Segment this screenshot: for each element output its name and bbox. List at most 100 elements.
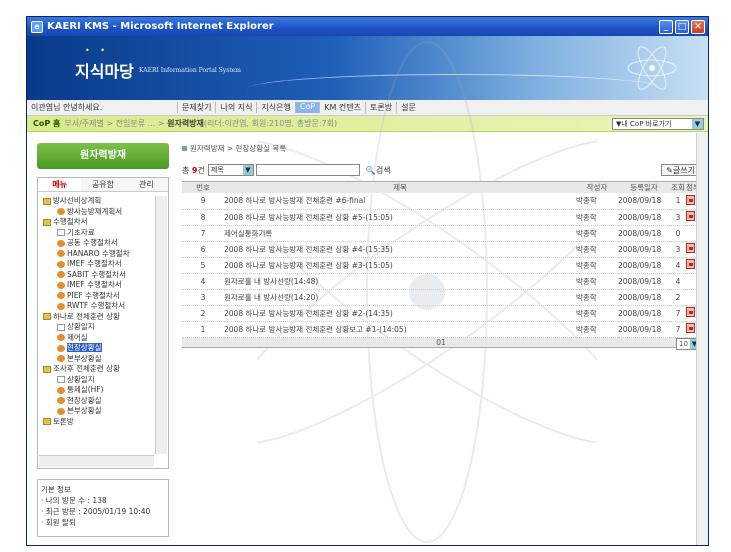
title-bar[interactable]: e KAERI KMS - Microsoft Internet Explore… — [27, 17, 708, 36]
tree-item[interactable]: 상황일지 — [41, 322, 152, 333]
cell-title[interactable]: 2008 하나로 방사능방재 전체훈련 상황보고 #1-(14:05) — [224, 321, 576, 338]
tree-item[interactable]: 본부상황실 — [41, 354, 152, 365]
tree-item[interactable]: 수행절차서 — [41, 217, 152, 228]
tree-item[interactable]: SABIT 수행절차서 — [41, 270, 152, 281]
cell-title[interactable]: 2008 하나로 방사능방재 전체훈련 #6-final — [224, 193, 576, 210]
gear-icon — [57, 292, 65, 299]
table-row[interactable]: 4 원자로홀 내 방사선량(14:48) 박종학 2008/09/18 4 — [182, 273, 700, 290]
attachment-file-icon[interactable] — [686, 259, 695, 269]
search-input[interactable] — [255, 164, 360, 176]
cell-title[interactable]: 2008 하나로 방사능방재 전체훈련 상황 #5-(15:05) — [224, 209, 576, 226]
menu-tab[interactable]: 관리 — [125, 178, 168, 191]
tree-item-label: 공동 수행절차서 — [67, 238, 118, 247]
cell-author: 박종학 — [576, 193, 618, 210]
tree-item[interactable]: IMEF 수행절차서 — [41, 280, 152, 291]
attachment-file-icon[interactable] — [686, 323, 695, 333]
folder-icon — [43, 365, 51, 373]
nav-tab[interactable]: CoP — [294, 102, 320, 113]
table-row[interactable]: 3 원자로홀 내 방사선량(14:20) 박종학 2008/09/18 2 — [182, 289, 700, 306]
tree-item[interactable]: 상황일지 — [41, 375, 152, 386]
gear-icon — [57, 281, 65, 289]
cell-num: 1 — [182, 321, 224, 338]
menu-tab[interactable]: 공유함 — [81, 178, 124, 191]
minimize-button[interactable]: _ — [659, 19, 673, 34]
cell-date: 2008/09/18 — [618, 273, 670, 290]
tree-item[interactable]: 조사후 전체훈련 상황 — [41, 364, 152, 375]
tree-item[interactable]: 제어실 — [41, 333, 152, 344]
tree-item[interactable]: RWTF 수행절차서 — [41, 301, 152, 312]
tree-item[interactable]: IMEF 수행절차서 — [41, 259, 152, 270]
table-row[interactable]: 2 2008 하나로 방사능방재 전체훈련 상황 #2-(14:35) 박종학 200… — [182, 305, 700, 322]
tree-item-label: 제어실 — [67, 332, 88, 342]
table-row[interactable]: 7 제어실통화기록 박종학 2008/09/18 0 — [182, 225, 700, 242]
withdraw-link[interactable]: · 회원 탈퇴 — [41, 517, 165, 528]
left-panel: 원자력방재 메뉴 공유함 관리 방사선비상계획 방사능방재계획서 수행절차서 기초자료 공동… — [37, 143, 169, 537]
nav-tab[interactable]: 토론방 — [364, 102, 396, 113]
tree-item-label: 상황일지 — [67, 322, 95, 331]
attachment-file-icon[interactable] — [686, 194, 695, 205]
table-row[interactable]: 1 2008 하나로 방사능방재 전체훈련 상황보고 #1-(14:05) 박종학 2… — [182, 321, 700, 338]
cell-title[interactable]: 원자로홀 내 방사선량(14:48) — [224, 273, 576, 290]
page-size-value: 10 — [679, 339, 688, 348]
table-row[interactable]: 5 2008 하나로 방사능방재 전체훈련 상황 #3-(15:05) 박종학 200… — [182, 257, 700, 274]
page-icon — [57, 229, 65, 236]
window-title: KAERI KMS - Microsoft Internet Explorer — [47, 21, 274, 32]
tree-vertical-scrollbar[interactable] — [155, 196, 167, 454]
member-info-box: 기본 정보 · 나의 방문 수 : 138 · 최근 방문 : 2005/01/… — [37, 479, 169, 537]
write-button[interactable]: ✎글쓰기 — [661, 164, 700, 176]
cop-home-link[interactable]: CoP 홈 — [27, 118, 60, 129]
tree-item[interactable]: 공동 수행절차서 — [41, 238, 152, 249]
cell-title[interactable]: 2008 하나로 방사능방재 전체훈련 상황 #2-(14:35) — [224, 305, 576, 322]
nav-tab[interactable]: 설문 — [396, 102, 420, 113]
close-button[interactable]: ✕ — [691, 19, 705, 34]
tree-item[interactable]: PIEF 수행절차서 — [41, 291, 152, 302]
tree-horizontal-scrollbar[interactable] — [39, 455, 154, 467]
logo-dots: • • — [85, 46, 109, 55]
maximize-button[interactable]: □ — [675, 19, 689, 34]
cell-num: 4 — [182, 273, 224, 290]
cell-title[interactable]: 2008 하나로 방사능방재 전체훈련 상황 #3-(15:05) — [224, 257, 576, 274]
tree-item[interactable]: 현장상황실 — [41, 396, 152, 407]
nav-tab[interactable]: 나의 지식 — [215, 102, 256, 113]
menu-tab[interactable]: 메뉴 — [38, 178, 82, 191]
attachment-file-icon[interactable] — [686, 243, 695, 253]
cell-title[interactable]: 원자로홀 내 방사선량(14:20) — [224, 289, 576, 306]
nav-tab[interactable]: 지식은행 — [256, 102, 294, 113]
page-vertical-scrollbar[interactable] — [696, 133, 708, 545]
search-field-select[interactable]: 제목 ▼ — [207, 164, 254, 176]
tree-item[interactable]: 방사능방재계획서 — [41, 207, 152, 218]
cell-title[interactable]: 2008 하나로 방사능방재 전체훈련 상황 #4-(15:35) — [224, 241, 576, 258]
tree-item[interactable]: 기초자료 — [41, 228, 152, 239]
page-number[interactable]: 01 — [436, 338, 446, 347]
tree-item[interactable]: 본부상황실 — [41, 406, 152, 417]
tree-item-label: 상황일지 — [67, 374, 95, 384]
pagination: 01 10 ▼ — [182, 337, 700, 350]
tree-item-label: 하나로 전체훈련 상황 — [53, 311, 120, 321]
table-row[interactable]: 8 2008 하나로 방사능방재 전체훈련 상황 #5-(15:05) 박종학 200… — [182, 209, 700, 226]
gear-icon — [57, 271, 65, 278]
nav-tab[interactable]: KM 컨텐츠 — [319, 102, 365, 113]
portal-logo[interactable]: 지식마당 — [75, 58, 134, 82]
tree-item[interactable]: 현장상황실 — [41, 343, 152, 354]
search-button[interactable]: 🔍검색 — [366, 165, 391, 176]
gear-icon — [57, 334, 65, 341]
top-nav: 이관엽님 안녕하세요. 문제찾기 나의 지식 지식은행 CoP KM 컨텐츠 토론방 설문 — [27, 100, 708, 116]
table-row[interactable]: 9 2008 하나로 방사능방재 전체훈련 #6-final 박종학 2008/09/… — [182, 193, 700, 210]
nav-tab[interactable]: 문제찾기 — [177, 102, 215, 113]
gear-icon — [57, 302, 65, 310]
cop-goto-select[interactable]: ▼내 CoP 바로가기 ▼ — [612, 117, 704, 130]
tree-item[interactable]: 하나로 전체훈련 상황 — [41, 312, 152, 323]
cop-title[interactable]: 원자력방재 — [37, 143, 169, 169]
tree-item[interactable]: HANARO 수행절차 — [41, 249, 152, 260]
tree-item[interactable]: 통제실(HF) — [41, 385, 152, 396]
board-breadcrumb-text: 원자력방재 > 현장상황실 목록 — [190, 144, 287, 153]
breadcrumb-prefix[interactable]: 부서/주제별 > 전임분류 ... > — [64, 119, 164, 128]
tree-item[interactable]: 방사선비상계획 — [41, 196, 152, 207]
table-row[interactable]: 6 2008 하나로 방사능방재 전체훈련 상황 #4-(15:35) 박종학 200… — [182, 241, 700, 258]
attachment-file-icon[interactable] — [686, 211, 695, 221]
total-label: 총 — [182, 165, 190, 175]
attachment-file-icon[interactable] — [686, 307, 695, 317]
cell-date: 2008/09/18 — [618, 225, 670, 242]
tree-item[interactable]: 토론방 — [41, 417, 152, 428]
cell-title[interactable]: 제어실통화기록 — [224, 225, 576, 242]
